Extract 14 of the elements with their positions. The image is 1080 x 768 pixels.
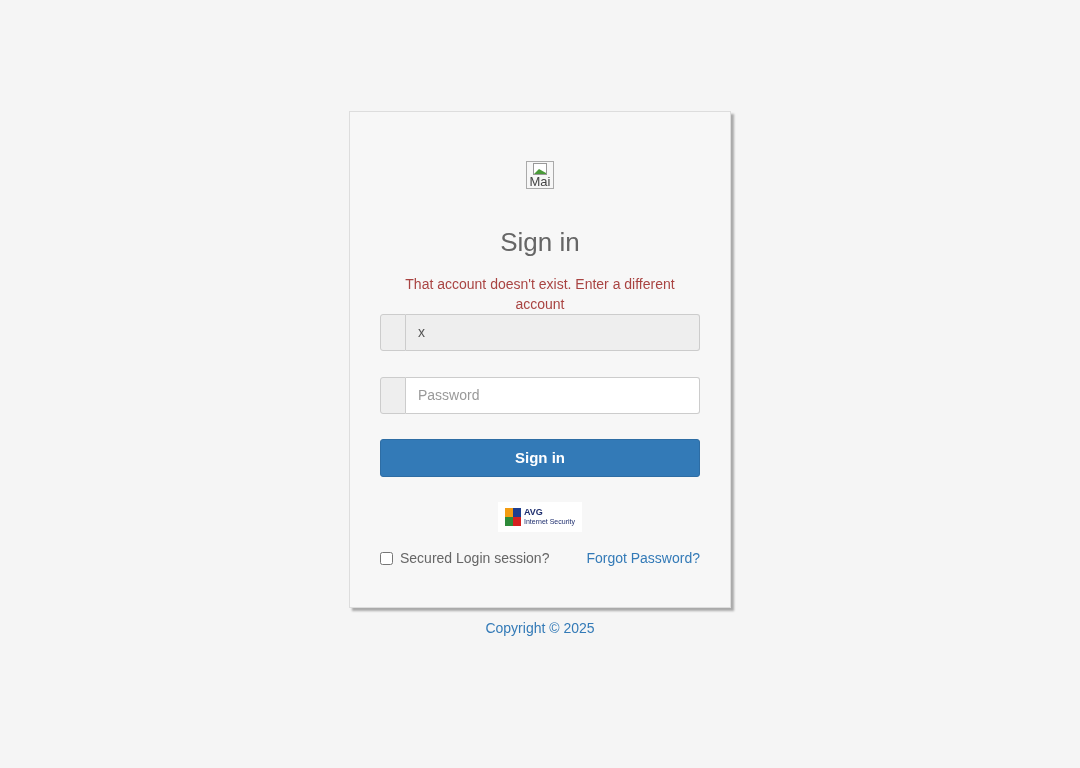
badge-name: AVG	[524, 508, 544, 517]
antivirus-logo-icon	[505, 508, 521, 526]
error-message: That account doesn't exist. Enter a different account	[404, 275, 676, 314]
password-field[interactable]: Password	[406, 377, 700, 414]
page-title: Sign in	[500, 227, 580, 257]
broken-image-icon	[533, 163, 547, 175]
sign-in-button[interactable]: Sign in	[380, 439, 700, 477]
secured-session-checkbox[interactable]	[380, 552, 393, 565]
forgot-password-link[interactable]: Forgot Password?	[586, 548, 700, 569]
image-alt-text: Mai	[529, 175, 551, 188]
checkbox-label: Secured Login session?	[400, 549, 550, 568]
input-addon	[380, 377, 406, 414]
input-addon	[380, 314, 406, 351]
copyright-text: Copyright © 2025	[485, 619, 595, 638]
